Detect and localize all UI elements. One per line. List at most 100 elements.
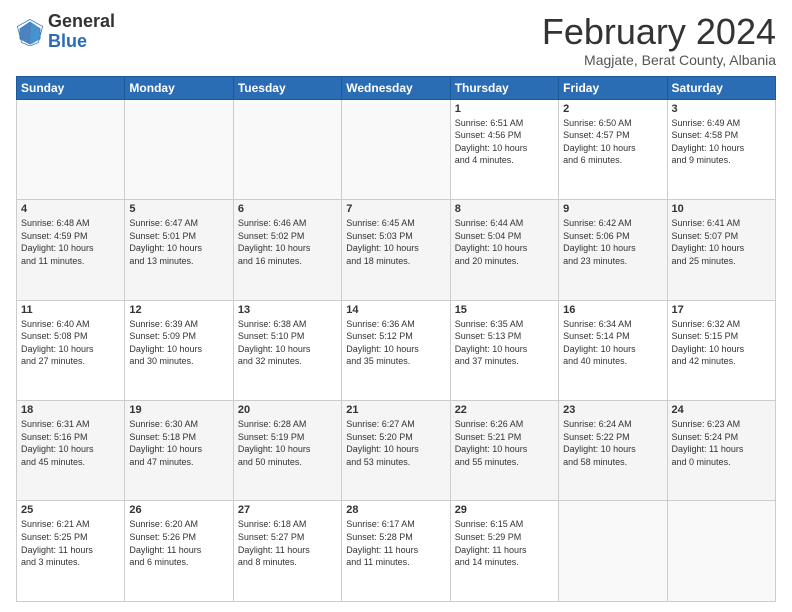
day-info: Sunrise: 6:34 AM Sunset: 5:14 PM Dayligh… [563,318,662,368]
logo-general: General [48,12,115,32]
calendar-cell [233,99,341,199]
day-number: 1 [455,103,554,115]
day-info: Sunrise: 6:17 AM Sunset: 5:28 PM Dayligh… [346,518,445,568]
week-row-3: 11 Sunrise: 6:40 AM Sunset: 5:08 PM Dayli… [17,300,776,400]
day-number: 2 [563,103,662,115]
calendar-cell: 15 Sunrise: 6:35 AM Sunset: 5:13 PM Dayli… [450,300,558,400]
day-info: Sunrise: 6:28 AM Sunset: 5:19 PM Dayligh… [238,418,337,468]
day-info: Sunrise: 6:40 AM Sunset: 5:08 PM Dayligh… [21,318,120,368]
logo-text: General Blue [48,12,115,52]
day-info: Sunrise: 6:44 AM Sunset: 5:04 PM Dayligh… [455,217,554,267]
day-info: Sunrise: 6:20 AM Sunset: 5:26 PM Dayligh… [129,518,228,568]
day-number: 21 [346,404,445,416]
day-number: 29 [455,504,554,516]
day-info: Sunrise: 6:39 AM Sunset: 5:09 PM Dayligh… [129,318,228,368]
day-header-wednesday: Wednesday [342,76,450,99]
calendar-cell: 10 Sunrise: 6:41 AM Sunset: 5:07 PM Dayli… [667,200,775,300]
day-header-saturday: Saturday [667,76,775,99]
day-header-sunday: Sunday [17,76,125,99]
calendar-cell: 5 Sunrise: 6:47 AM Sunset: 5:01 PM Daylig… [125,200,233,300]
calendar-cell: 19 Sunrise: 6:30 AM Sunset: 5:18 PM Dayli… [125,401,233,501]
calendar-cell: 1 Sunrise: 6:51 AM Sunset: 4:56 PM Daylig… [450,99,558,199]
day-info: Sunrise: 6:31 AM Sunset: 5:16 PM Dayligh… [21,418,120,468]
day-info: Sunrise: 6:51 AM Sunset: 4:56 PM Dayligh… [455,117,554,167]
day-info: Sunrise: 6:45 AM Sunset: 5:03 PM Dayligh… [346,217,445,267]
calendar-cell: 11 Sunrise: 6:40 AM Sunset: 5:08 PM Dayli… [17,300,125,400]
header-row: SundayMondayTuesdayWednesdayThursdayFrid… [17,76,776,99]
calendar-cell [667,501,775,602]
calendar-table: SundayMondayTuesdayWednesdayThursdayFrid… [16,76,776,602]
day-info: Sunrise: 6:38 AM Sunset: 5:10 PM Dayligh… [238,318,337,368]
day-number: 17 [672,304,771,316]
main-title: February 2024 [542,12,776,52]
day-number: 26 [129,504,228,516]
day-number: 27 [238,504,337,516]
calendar-cell: 13Sunrise: 6:38 AM Sunset: 5:10 PM Dayli… [233,300,341,400]
title-section: February 2024 Magjate, Berat County, Alb… [542,12,776,68]
day-number: 24 [672,404,771,416]
day-info: Sunrise: 6:48 AM Sunset: 4:59 PM Dayligh… [21,217,120,267]
calendar-cell [17,99,125,199]
calendar-cell: 29 Sunrise: 6:15 AM Sunset: 5:29 PM Dayli… [450,501,558,602]
header: General Blue February 2024 Magjate, Bera… [16,12,776,68]
calendar-header: SundayMondayTuesdayWednesdayThursdayFrid… [17,76,776,99]
day-number: 3 [672,103,771,115]
day-number: 19 [129,404,228,416]
day-number: 10 [672,203,771,215]
logo: General Blue [16,12,115,52]
day-number: 14 [346,304,445,316]
calendar-cell: 2Sunrise: 6:50 AM Sunset: 4:57 PM Daylig… [559,99,667,199]
day-info: Sunrise: 6:27 AM Sunset: 5:20 PM Dayligh… [346,418,445,468]
day-info: Sunrise: 6:32 AM Sunset: 5:15 PM Dayligh… [672,318,771,368]
day-header-friday: Friday [559,76,667,99]
calendar-cell: 25Sunrise: 6:21 AM Sunset: 5:25 PM Dayli… [17,501,125,602]
calendar-cell [559,501,667,602]
day-number: 15 [455,304,554,316]
calendar-cell: 24Sunrise: 6:23 AM Sunset: 5:24 PM Dayli… [667,401,775,501]
calendar-cell [342,99,450,199]
day-info: Sunrise: 6:30 AM Sunset: 5:18 PM Dayligh… [129,418,228,468]
day-info: Sunrise: 6:47 AM Sunset: 5:01 PM Dayligh… [129,217,228,267]
calendar-cell: 14Sunrise: 6:36 AM Sunset: 5:12 PM Dayli… [342,300,450,400]
calendar-cell: 18Sunrise: 6:31 AM Sunset: 5:16 PM Dayli… [17,401,125,501]
calendar-cell: 6 Sunrise: 6:46 AM Sunset: 5:02 PM Daylig… [233,200,341,300]
calendar-cell: 27Sunrise: 6:18 AM Sunset: 5:27 PM Dayli… [233,501,341,602]
day-number: 22 [455,404,554,416]
calendar-cell: 17 Sunrise: 6:32 AM Sunset: 5:15 PM Dayli… [667,300,775,400]
week-row-4: 18Sunrise: 6:31 AM Sunset: 5:16 PM Dayli… [17,401,776,501]
day-number: 8 [455,203,554,215]
day-info: Sunrise: 6:24 AM Sunset: 5:22 PM Dayligh… [563,418,662,468]
day-number: 25 [21,504,120,516]
calendar-cell: 23Sunrise: 6:24 AM Sunset: 5:22 PM Dayli… [559,401,667,501]
calendar-cell: 8 Sunrise: 6:44 AM Sunset: 5:04 PM Daylig… [450,200,558,300]
calendar-cell: 7 Sunrise: 6:45 AM Sunset: 5:03 PM Daylig… [342,200,450,300]
day-number: 20 [238,404,337,416]
day-number: 5 [129,203,228,215]
day-number: 12 [129,304,228,316]
calendar-cell: 21 Sunrise: 6:27 AM Sunset: 5:20 PM Dayli… [342,401,450,501]
calendar-cell [125,99,233,199]
day-info: Sunrise: 6:49 AM Sunset: 4:58 PM Dayligh… [672,117,771,167]
day-info: Sunrise: 6:41 AM Sunset: 5:07 PM Dayligh… [672,217,771,267]
day-info: Sunrise: 6:15 AM Sunset: 5:29 PM Dayligh… [455,518,554,568]
day-number: 9 [563,203,662,215]
calendar-cell: 22 Sunrise: 6:26 AM Sunset: 5:21 PM Dayli… [450,401,558,501]
calendar-body: 1 Sunrise: 6:51 AM Sunset: 4:56 PM Daylig… [17,99,776,601]
week-row-5: 25Sunrise: 6:21 AM Sunset: 5:25 PM Dayli… [17,501,776,602]
day-number: 28 [346,504,445,516]
day-number: 4 [21,203,120,215]
day-number: 6 [238,203,337,215]
day-number: 7 [346,203,445,215]
calendar-cell: 20 Sunrise: 6:28 AM Sunset: 5:19 PM Dayli… [233,401,341,501]
day-info: Sunrise: 6:46 AM Sunset: 5:02 PM Dayligh… [238,217,337,267]
day-header-monday: Monday [125,76,233,99]
day-header-tuesday: Tuesday [233,76,341,99]
day-info: Sunrise: 6:35 AM Sunset: 5:13 PM Dayligh… [455,318,554,368]
page: General Blue February 2024 Magjate, Bera… [0,0,792,612]
logo-blue: Blue [48,32,115,52]
subtitle: Magjate, Berat County, Albania [542,52,776,68]
logo-icon [16,18,44,46]
day-info: Sunrise: 6:26 AM Sunset: 5:21 PM Dayligh… [455,418,554,468]
calendar-cell: 9Sunrise: 6:42 AM Sunset: 5:06 PM Daylig… [559,200,667,300]
day-number: 11 [21,304,120,316]
